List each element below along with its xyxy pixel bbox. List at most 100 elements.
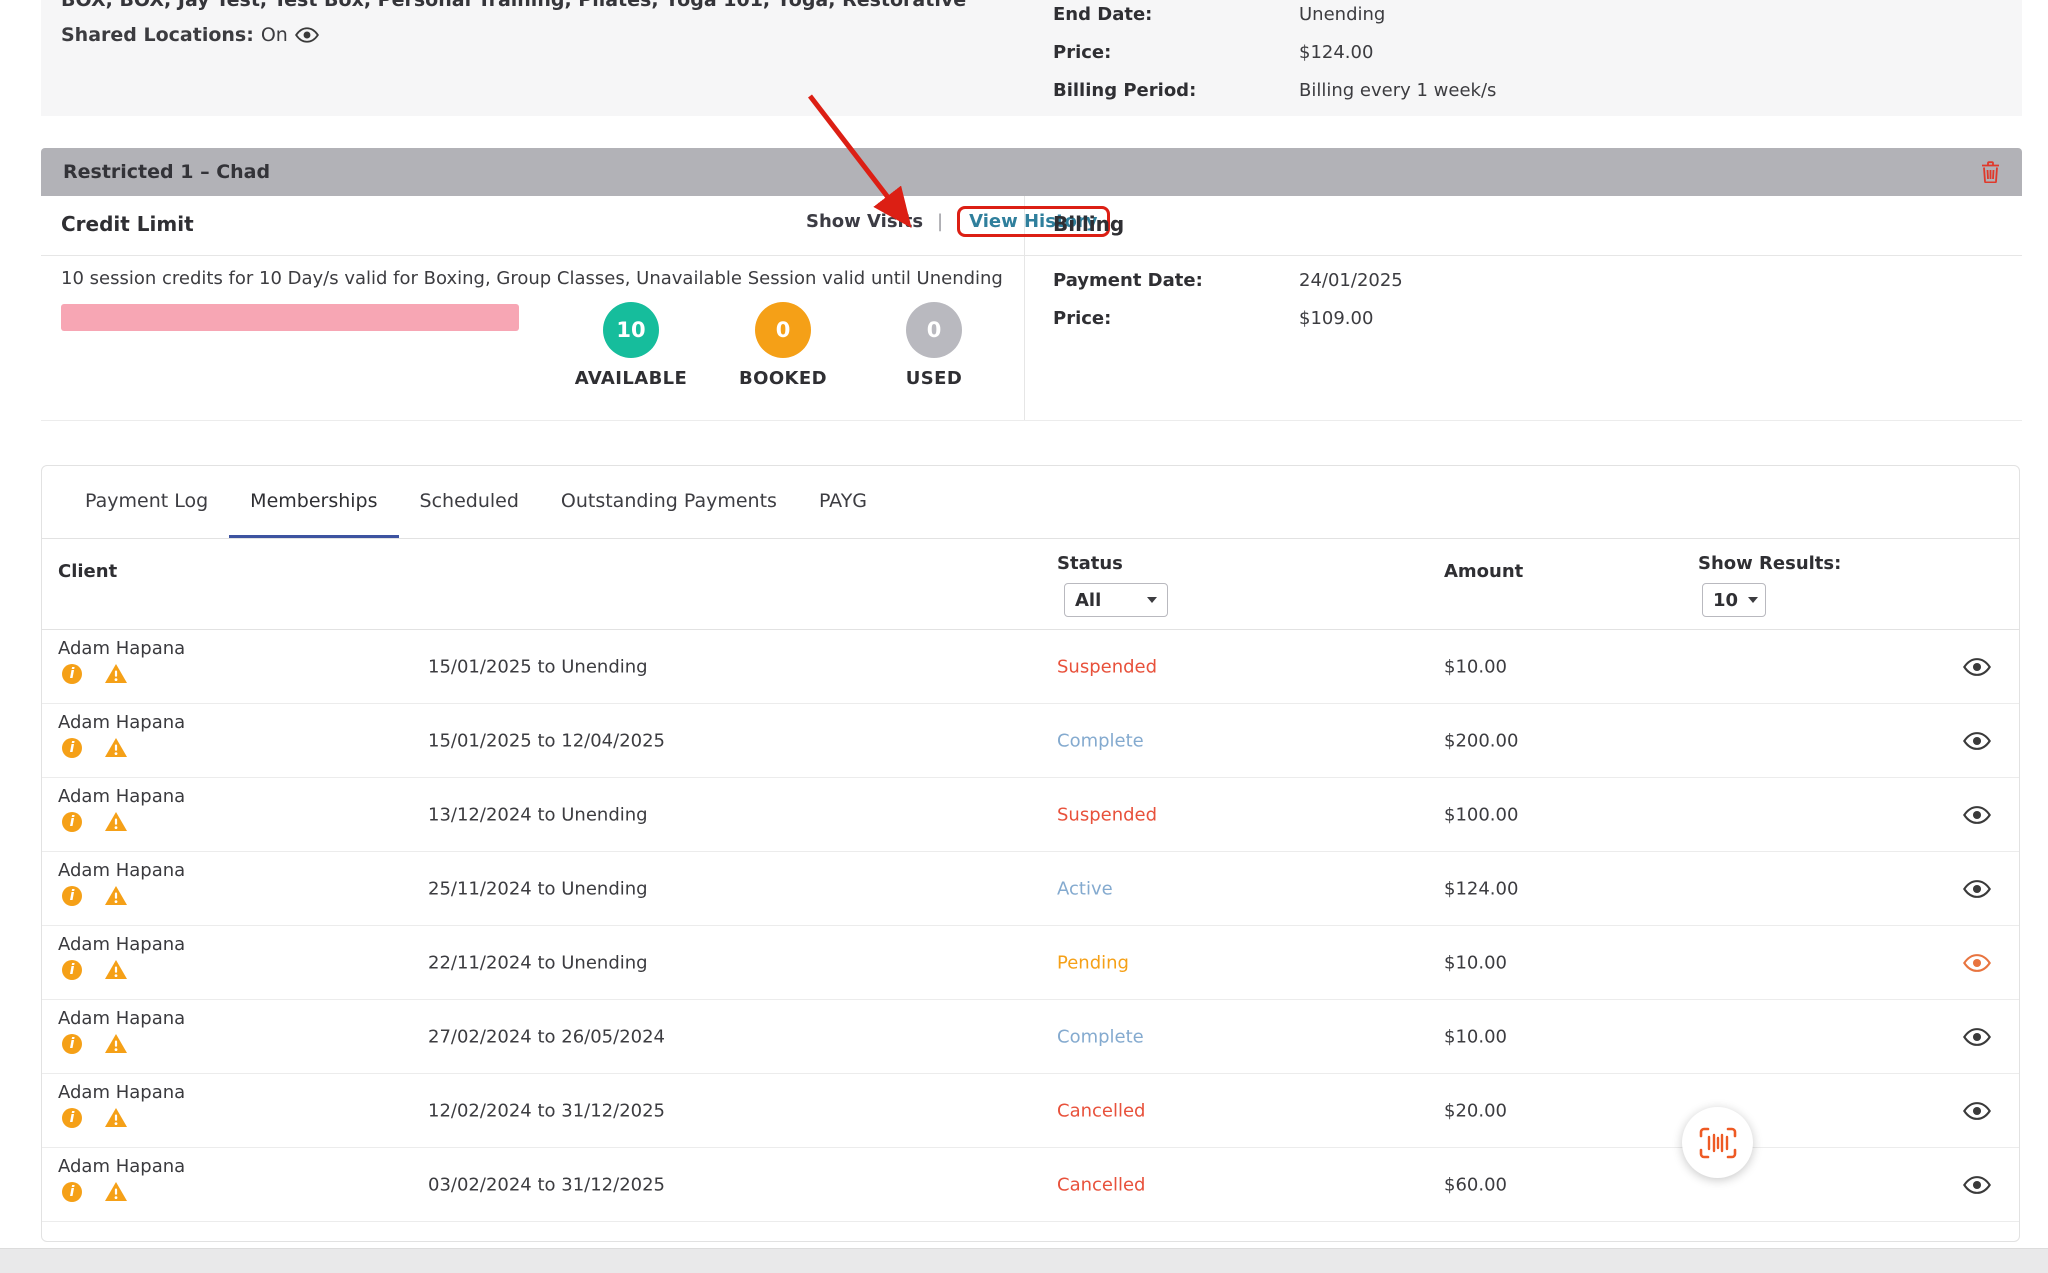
status-filter-value: All bbox=[1075, 590, 1101, 611]
billing-price-field: Price: $109.00 bbox=[1053, 308, 1111, 329]
amount-value: $20.00 bbox=[1444, 1100, 1507, 1121]
status-label: Suspended bbox=[1057, 656, 1157, 677]
amount-value: $10.00 bbox=[1444, 656, 1507, 677]
info-icon[interactable] bbox=[62, 738, 82, 758]
warning-icon[interactable] bbox=[104, 1107, 128, 1128]
header-divider bbox=[41, 255, 2022, 256]
show-results-label: Show Results: bbox=[1698, 553, 1841, 574]
amount-column-header: Amount bbox=[1444, 561, 1523, 582]
view-eye-icon[interactable] bbox=[1963, 878, 1991, 899]
view-eye-icon[interactable] bbox=[1963, 1100, 1991, 1121]
info-icon[interactable] bbox=[62, 1108, 82, 1128]
warning-icon[interactable] bbox=[104, 1181, 128, 1202]
table-row: Adam Hapana 25/11/2024 to Unending Activ… bbox=[42, 852, 2019, 926]
scan-fab-button[interactable] bbox=[1682, 1107, 1753, 1178]
status-filter-select[interactable]: All bbox=[1064, 583, 1168, 617]
warning-icon[interactable] bbox=[104, 1033, 128, 1054]
end-date-field: End Date: Unending bbox=[1053, 4, 1152, 25]
tab-payg[interactable]: PAYG bbox=[798, 466, 888, 538]
price-value: $124.00 bbox=[1299, 42, 1373, 63]
show-results-select[interactable]: 10 bbox=[1702, 583, 1766, 617]
used-counter: 0 USED bbox=[874, 302, 994, 389]
visibility-eye-icon[interactable] bbox=[295, 26, 319, 44]
info-icon[interactable] bbox=[62, 812, 82, 832]
client-name: Adam Hapana bbox=[58, 712, 185, 733]
billing-period-label: Billing Period: bbox=[1053, 80, 1196, 101]
show-visits-link[interactable]: Show Visits bbox=[806, 211, 923, 232]
membership-period: 15/01/2025 to 12/04/2025 bbox=[428, 730, 665, 751]
amount-value: $10.00 bbox=[1444, 1026, 1507, 1047]
status-column-header: Status bbox=[1057, 553, 1123, 574]
booked-label: BOOKED bbox=[723, 368, 843, 389]
info-icon[interactable] bbox=[62, 664, 82, 684]
tab-scheduled[interactable]: Scheduled bbox=[399, 466, 540, 538]
view-eye-icon[interactable] bbox=[1963, 1026, 1991, 1047]
status-label: Complete bbox=[1057, 730, 1144, 751]
membership-period: 27/02/2024 to 26/05/2024 bbox=[428, 1026, 665, 1047]
client-name: Adam Hapana bbox=[58, 1008, 185, 1029]
amount-value: $60.00 bbox=[1444, 1174, 1507, 1195]
client-name: Adam Hapana bbox=[58, 638, 185, 659]
warning-icon[interactable] bbox=[104, 885, 128, 906]
membership-period: 13/12/2024 to Unending bbox=[428, 804, 648, 825]
view-eye-icon[interactable] bbox=[1963, 1174, 1991, 1195]
client-name: Adam Hapana bbox=[58, 1082, 185, 1103]
payment-date-value: 24/01/2025 bbox=[1299, 270, 1403, 291]
shared-locations-value: On bbox=[261, 24, 288, 46]
tab-payment-log[interactable]: Payment Log bbox=[64, 466, 229, 538]
info-icon[interactable] bbox=[62, 960, 82, 980]
table-filter-row: Client Status All Amount Show Results: 1… bbox=[42, 539, 2019, 630]
warning-icon[interactable] bbox=[104, 959, 128, 980]
tab-outstanding-payments[interactable]: Outstanding Payments bbox=[540, 466, 798, 538]
delete-icon[interactable] bbox=[1981, 161, 2000, 183]
shared-locations-label: Shared Locations: bbox=[61, 24, 254, 46]
view-eye-icon[interactable] bbox=[1963, 656, 1991, 677]
credit-limit-title: Credit Limit bbox=[61, 212, 194, 236]
membership-header-bar: Restricted 1 – Chad bbox=[41, 148, 2022, 196]
booked-count: 0 bbox=[755, 302, 811, 358]
info-icon[interactable] bbox=[62, 886, 82, 906]
used-label: USED bbox=[874, 368, 994, 389]
billing-price-value: $109.00 bbox=[1299, 308, 1373, 329]
page-footer-strip bbox=[0, 1248, 2048, 1273]
warning-icon[interactable] bbox=[104, 737, 128, 758]
chevron-down-icon bbox=[1147, 597, 1157, 603]
status-label: Pending bbox=[1057, 952, 1129, 973]
view-eye-icon[interactable] bbox=[1963, 730, 1991, 751]
table-row: Adam Hapana 13/12/2024 to Unending Suspe… bbox=[42, 778, 2019, 852]
used-count: 0 bbox=[906, 302, 962, 358]
membership-period: 15/01/2025 to Unending bbox=[428, 656, 648, 677]
info-icon[interactable] bbox=[62, 1034, 82, 1054]
billing-price-label: Price: bbox=[1053, 308, 1111, 329]
separator: | bbox=[937, 211, 943, 232]
status-label: Suspended bbox=[1057, 804, 1157, 825]
client-name: Adam Hapana bbox=[58, 934, 185, 955]
billing-period-field: Billing Period: Billing every 1 week/s bbox=[1053, 80, 1196, 101]
available-count: 10 bbox=[603, 302, 659, 358]
warning-icon[interactable] bbox=[104, 663, 128, 684]
tab-bar: Payment Log Memberships Scheduled Outsta… bbox=[42, 466, 2019, 539]
payment-date-label: Payment Date: bbox=[1053, 270, 1203, 291]
view-eye-icon[interactable] bbox=[1963, 952, 1991, 973]
table-row: Adam Hapana 15/01/2025 to 12/04/2025 Com… bbox=[42, 704, 2019, 778]
scan-barcode-icon bbox=[1699, 1127, 1737, 1159]
tab-memberships[interactable]: Memberships bbox=[229, 466, 398, 538]
table-row: Adam Hapana 22/11/2024 to Unending Pendi… bbox=[42, 926, 2019, 1000]
view-eye-icon[interactable] bbox=[1963, 804, 1991, 825]
info-icon[interactable] bbox=[62, 1182, 82, 1202]
available-label: AVAILABLE bbox=[571, 368, 691, 389]
warning-icon[interactable] bbox=[104, 811, 128, 832]
status-label: Cancelled bbox=[1057, 1174, 1145, 1195]
amount-value: $200.00 bbox=[1444, 730, 1518, 751]
membership-period: 03/02/2024 to 31/12/2025 bbox=[428, 1174, 665, 1195]
membership-period: 22/11/2024 to Unending bbox=[428, 952, 648, 973]
amount-value: $124.00 bbox=[1444, 878, 1518, 899]
restricted-membership-card: Restricted 1 – Chad Credit Limit Show Vi… bbox=[41, 148, 2022, 421]
table-row: Adam Hapana 15/01/2025 to Unending Suspe… bbox=[42, 630, 2019, 704]
show-results-value: 10 bbox=[1713, 590, 1738, 611]
status-label: Complete bbox=[1057, 1026, 1144, 1047]
membership-classes-text: BOX, BOX, Jay Test, Test Box, Personal T… bbox=[61, 0, 966, 11]
price-field: Price: $124.00 bbox=[1053, 42, 1111, 63]
amount-value: $10.00 bbox=[1444, 952, 1507, 973]
end-date-label: End Date: bbox=[1053, 4, 1152, 25]
